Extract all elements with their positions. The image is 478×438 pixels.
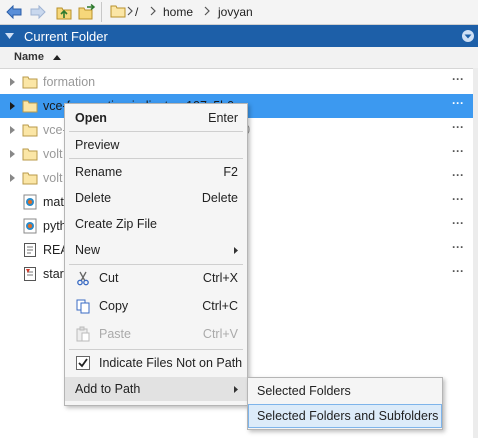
paste-icon (76, 326, 90, 342)
more-options-icon[interactable]: ··· (452, 168, 464, 182)
menu-item-shortcut: Ctrl+X (202, 271, 238, 285)
menu-item-label: Preview (75, 138, 120, 152)
menu-item-open[interactable]: Open Enter (65, 106, 247, 130)
python-file-icon (23, 218, 37, 234)
file-name: volt (43, 171, 63, 185)
scrollbar[interactable] (473, 68, 478, 438)
menu-item-rename[interactable]: Rename F2 (65, 160, 247, 184)
add-to-path-submenu: Selected Folders Selected Folders and Su… (247, 377, 443, 430)
scissors-icon (77, 271, 89, 286)
menu-item-shortcut: F2 (223, 165, 238, 179)
menu-item-shortcut: Delete (201, 191, 238, 205)
more-options-icon[interactable]: ··· (452, 72, 464, 86)
menu-item-label: Cut (99, 271, 119, 285)
menu-item-copy[interactable]: Copy Ctrl+C (65, 294, 247, 318)
menu-item-label: Paste (99, 327, 131, 341)
breadcrumb-jovyan[interactable]: jovyan (218, 5, 253, 19)
column-header-label: Name (14, 51, 44, 63)
more-options-icon[interactable]: ··· (452, 120, 464, 134)
menu-item-label: New (75, 243, 101, 257)
menu-item-cut[interactable]: Cut Ctrl+X (65, 266, 247, 290)
more-options-icon[interactable]: ··· (452, 144, 464, 158)
chevron-right-icon (127, 6, 133, 16)
menu-item-delete[interactable]: Delete Delete (65, 186, 247, 210)
sort-ascending-icon (53, 55, 61, 60)
column-header-name[interactable]: Name (0, 47, 478, 69)
menu-separator (69, 349, 243, 350)
back-arrow-icon[interactable] (5, 3, 23, 21)
context-menu: Open Enter Preview Rename F2 Delete Dele… (64, 103, 248, 406)
menu-item-create-zip[interactable]: Create Zip File (65, 212, 247, 236)
current-folder-panel-header[interactable]: Current Folder (0, 25, 478, 47)
menu-item-label: Copy (99, 299, 129, 313)
menu-item-label: Open (75, 111, 107, 125)
file-name: volt (43, 147, 63, 161)
menu-separator (69, 131, 243, 132)
menu-separator (69, 264, 243, 265)
menu-item-add-to-path[interactable]: Add to Path (65, 377, 247, 401)
file-name: formation (43, 75, 96, 89)
toolbar: / home jovyan (0, 0, 478, 25)
menu-item-label: Delete (75, 191, 112, 205)
menu-item-new[interactable]: New (65, 238, 247, 262)
submenu-arrow-icon (234, 247, 238, 254)
expand-triangle-icon[interactable] (10, 78, 15, 86)
toolbar-separator (101, 2, 102, 22)
menu-item-label: Selected Folders and Subfolders (257, 409, 439, 423)
menu-item-shortcut: Enter (208, 111, 238, 125)
menu-item-label: Rename (75, 165, 123, 179)
expand-triangle-icon[interactable] (10, 126, 15, 134)
up-folder-icon[interactable] (55, 3, 73, 21)
menu-item-shortcut: Ctrl+V (202, 327, 238, 341)
more-options-icon[interactable]: ··· (452, 216, 464, 230)
more-options-icon[interactable]: ··· (452, 240, 464, 254)
menu-item-label: Indicate Files Not on Path (99, 356, 243, 370)
folder-icon (22, 76, 38, 89)
breadcrumb-root[interactable]: / (135, 5, 138, 19)
submenu-item-selected-folders-and-subfolders[interactable]: Selected Folders and Subfolders (248, 404, 442, 428)
copy-icon (76, 299, 90, 314)
file-name: star (43, 267, 64, 281)
collapse-triangle-icon[interactable] (5, 33, 14, 39)
expand-triangle-icon[interactable] (10, 150, 15, 158)
folder-icon (22, 172, 38, 185)
forward-arrow-icon[interactable] (29, 3, 47, 21)
chevron-right-icon (204, 6, 210, 16)
expand-triangle-icon[interactable] (10, 174, 15, 182)
checkbox-checked-icon[interactable] (75, 355, 91, 371)
chevron-right-icon (150, 6, 156, 16)
submenu-arrow-icon (234, 386, 238, 393)
menu-item-label: Selected Folders (257, 384, 351, 398)
text-file-icon (24, 243, 36, 257)
folder-icon (22, 124, 38, 137)
menu-item-indicate-files[interactable]: Indicate Files Not on Path (65, 351, 247, 375)
menu-item-preview[interactable]: Preview (65, 133, 247, 157)
script-file-icon (24, 267, 36, 281)
menu-item-label: Add to Path (75, 382, 141, 396)
file-name: mat (43, 195, 64, 209)
file-row[interactable]: formation ··· (0, 70, 473, 94)
folder-icon (110, 4, 126, 21)
breadcrumb-home[interactable]: home (163, 5, 193, 19)
matlab-file-icon (23, 194, 37, 210)
more-options-icon[interactable]: ··· (452, 192, 464, 206)
panel-title: Current Folder (24, 29, 108, 44)
menu-item-shortcut: Ctrl+C (202, 299, 238, 313)
browse-folder-icon[interactable] (78, 3, 96, 21)
more-options-icon[interactable]: ··· (452, 96, 464, 110)
menu-item-label: Create Zip File (75, 217, 157, 231)
more-options-icon[interactable]: ··· (452, 264, 464, 278)
folder-icon (22, 148, 38, 161)
menu-item-paste: Paste Ctrl+V (65, 322, 247, 346)
expand-triangle-icon[interactable] (10, 102, 15, 110)
panel-menu-icon[interactable] (461, 29, 475, 43)
menu-separator (69, 158, 243, 159)
folder-icon (22, 100, 38, 113)
submenu-item-selected-folders[interactable]: Selected Folders (248, 379, 442, 403)
